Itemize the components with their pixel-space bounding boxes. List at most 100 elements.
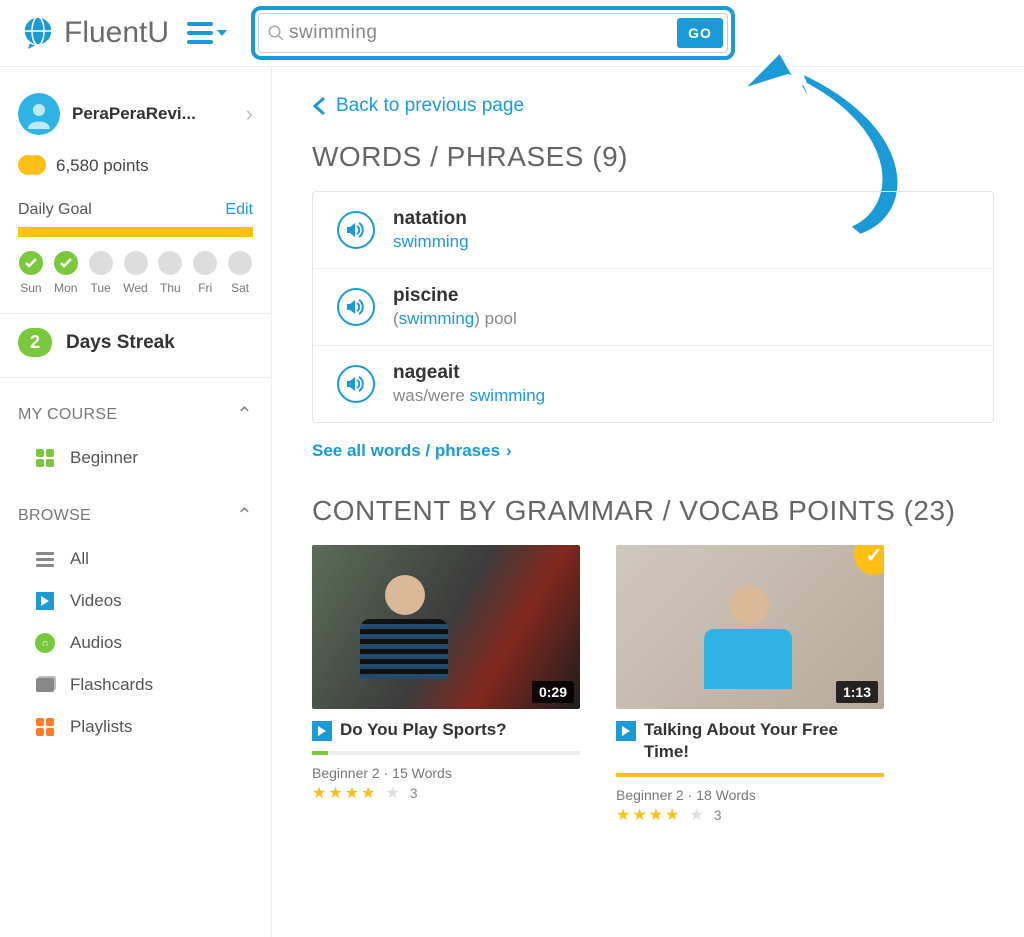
day-cell: Fri <box>192 251 218 295</box>
daily-goal-label: Daily Goal <box>18 201 92 219</box>
day-label: Thu <box>157 281 183 295</box>
play-icon <box>616 721 636 741</box>
audio-play-button[interactable] <box>337 365 375 403</box>
grid-icon <box>34 447 56 469</box>
day-label: Sun <box>18 281 44 295</box>
check-badge-icon: ✓ <box>854 545 884 575</box>
day-cell: Mon <box>53 251 79 295</box>
day-cell: Wed <box>123 251 149 295</box>
day-label: Fri <box>192 281 218 295</box>
day-cell: Thu <box>157 251 183 295</box>
section-browse[interactable]: BROWSE ⌃ <box>0 479 271 538</box>
day-label: Wed <box>123 281 149 295</box>
grid-orange-icon <box>34 716 56 738</box>
day-cell: Tue <box>88 251 114 295</box>
day-circle <box>193 251 217 275</box>
nav-videos[interactable]: Videos <box>0 580 271 622</box>
nav-playlists[interactable]: Playlists <box>0 706 271 748</box>
card-title: Do You Play Sports? <box>340 719 507 741</box>
day-label: Sat <box>227 281 253 295</box>
search-input[interactable] <box>285 18 677 48</box>
video-thumbnail[interactable]: 0:29 <box>312 545 580 709</box>
duration-badge: 0:29 <box>532 681 574 703</box>
day-circle <box>158 251 182 275</box>
content-title: CONTENT BY GRAMMAR / VOCAB POINTS (23) <box>312 495 994 527</box>
word-term: piscine <box>393 285 517 307</box>
word-row[interactable]: nageaitwas/were swimming <box>313 346 993 422</box>
headphones-icon: ∩ <box>34 632 56 654</box>
card-meta: Beginner 2 · 15 Words <box>312 765 580 781</box>
days-row: Sun Mon Tue Wed Thu Fri Sat <box>18 251 253 295</box>
chevron-up-icon: ⌃ <box>236 503 253 528</box>
card-title: Talking About Your Free Time! <box>644 719 884 763</box>
audio-play-button[interactable] <box>337 211 375 249</box>
day-cell: Sun <box>18 251 44 295</box>
streak-row: 2 Days Streak <box>0 314 271 378</box>
day-circle <box>228 251 252 275</box>
go-button[interactable]: GO <box>677 18 723 48</box>
progress-bar <box>312 751 580 755</box>
nav-all[interactable]: All <box>0 538 271 580</box>
day-circle <box>19 251 43 275</box>
words-box: natationswimming piscine(swimming) pool … <box>312 191 994 423</box>
search-bar: GO <box>258 13 728 53</box>
content-card[interactable]: 0:29 Do You Play Sports? Beginner 2 · 15… <box>312 545 580 825</box>
word-row[interactable]: natationswimming <box>313 192 993 269</box>
user-row[interactable]: PeraPeraRevi... › <box>0 83 271 149</box>
search-highlight: GO <box>251 6 735 60</box>
sidebar: PeraPeraRevi... › 6,580 points Daily Goa… <box>0 67 272 937</box>
list-icon <box>34 548 56 570</box>
day-circle <box>89 251 113 275</box>
hamburger-icon <box>187 22 213 44</box>
word-row[interactable]: piscine(swimming) pool <box>313 269 993 346</box>
rating-stars: ★★★★★3 <box>616 805 884 825</box>
edit-goal-link[interactable]: Edit <box>225 201 253 219</box>
chevron-right-icon: › <box>506 441 512 461</box>
goal-progress-bar <box>18 227 253 237</box>
word-term: nageait <box>393 362 545 384</box>
word-term: natation <box>393 208 469 230</box>
points-row: 6,580 points <box>0 149 271 195</box>
word-definition: swimming <box>393 232 469 252</box>
avatar <box>18 93 60 135</box>
audio-play-button[interactable] <box>337 288 375 326</box>
play-icon <box>312 721 332 741</box>
duration-badge: 1:13 <box>836 681 878 703</box>
globe-icon <box>18 13 58 53</box>
streak-badge: 2 <box>18 328 52 357</box>
brand-text: FluentU <box>64 16 169 50</box>
word-definition: was/were swimming <box>393 386 545 406</box>
nav-audios[interactable]: ∩ Audios <box>0 622 271 664</box>
day-cell: Sat <box>227 251 253 295</box>
streak-label: Days Streak <box>66 332 175 354</box>
points-text: 6,580 points <box>56 156 149 176</box>
content-grid: 0:29 Do You Play Sports? Beginner 2 · 15… <box>312 545 994 825</box>
card-meta: Beginner 2 · 18 Words <box>616 787 884 803</box>
menu-toggle[interactable] <box>187 22 227 44</box>
chevron-left-icon <box>312 96 326 116</box>
rating-stars: ★★★★★3 <box>312 783 580 803</box>
day-circle <box>124 251 148 275</box>
logo[interactable]: FluentU <box>18 13 169 53</box>
coins-icon <box>18 155 46 177</box>
main-content: Back to previous page WORDS / PHRASES (9… <box>272 67 1024 937</box>
day-circle <box>54 251 78 275</box>
section-my-course[interactable]: MY COURSE ⌃ <box>0 378 271 437</box>
play-square-icon <box>34 590 56 612</box>
word-definition: (swimming) pool <box>393 309 517 329</box>
video-thumbnail[interactable]: ✓ 1:13 <box>616 545 884 709</box>
top-bar: FluentU GO <box>0 0 1024 67</box>
search-icon <box>267 24 285 42</box>
caret-down-icon <box>217 30 227 36</box>
nav-flashcards[interactable]: Flashcards <box>0 664 271 706</box>
cards-icon <box>34 674 56 696</box>
day-label: Mon <box>53 281 79 295</box>
back-link[interactable]: Back to previous page <box>312 95 994 117</box>
see-all-link[interactable]: See all words / phrases › <box>312 441 994 461</box>
username: PeraPeraRevi... <box>72 104 234 124</box>
chevron-up-icon: ⌃ <box>236 402 253 427</box>
nav-beginner[interactable]: Beginner <box>0 437 271 479</box>
words-title: WORDS / PHRASES (9) <box>312 141 994 173</box>
daily-goal-block: Daily Goal Edit Sun Mon Tue Wed Thu Fri Sat <box>0 195 271 314</box>
content-card[interactable]: ✓ 1:13 Talking About Your Free Time! Beg… <box>616 545 884 825</box>
